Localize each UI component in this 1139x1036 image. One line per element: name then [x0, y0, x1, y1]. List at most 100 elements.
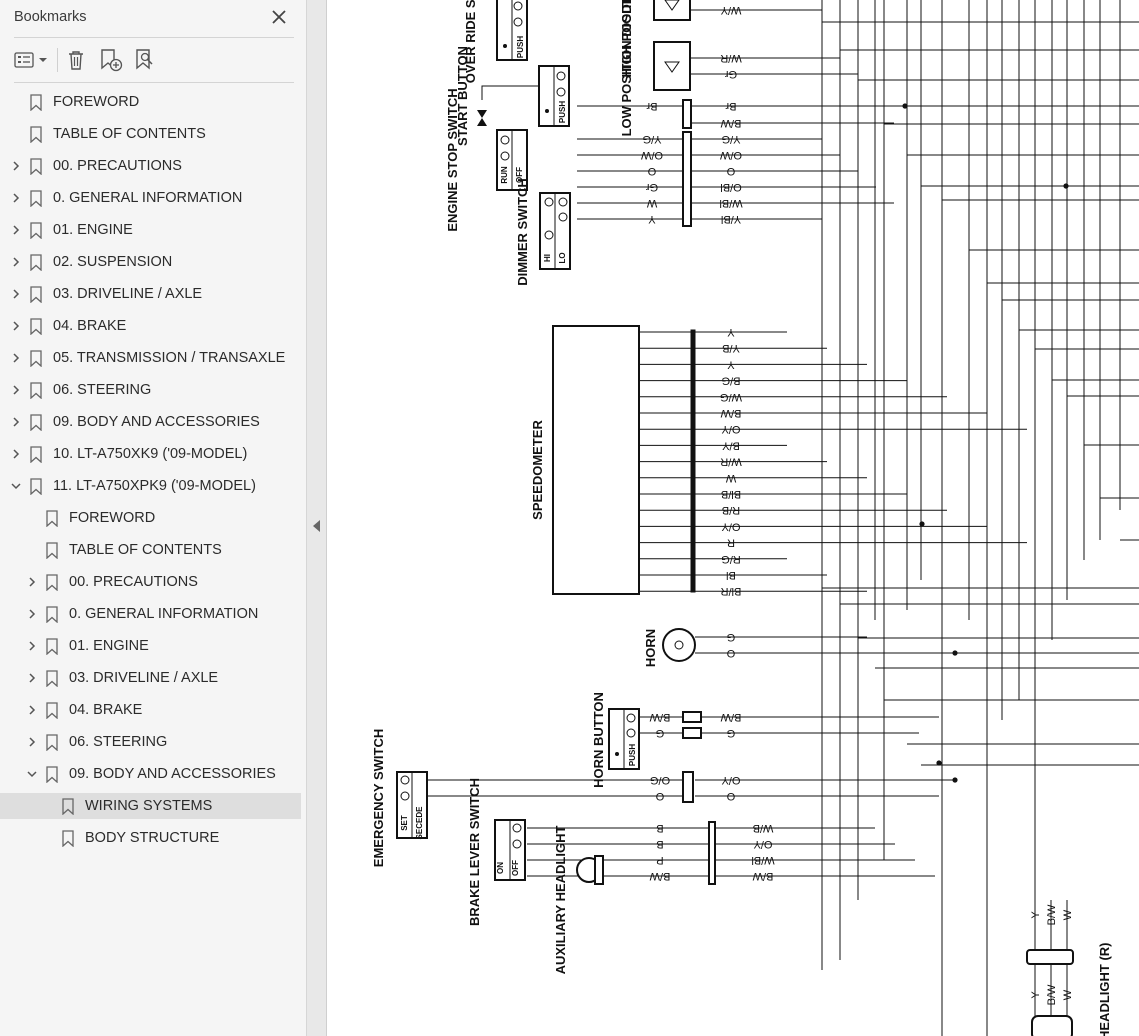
chevron-right-icon[interactable]	[8, 286, 24, 302]
document-viewer[interactable]: PUSH OVER RIDE SWITCH PUSH START BUTTON RUN O…	[327, 0, 1139, 1036]
wire-color-label: Y	[1030, 991, 1042, 999]
bookmark-item[interactable]: 09. BODY AND ACCESSORIES	[0, 761, 301, 787]
wire-color-label: O/Bl	[720, 181, 741, 193]
wire-color-label: W/R	[720, 456, 741, 468]
bookmark-item[interactable]: 03. DRIVELINE / AXLE	[0, 665, 301, 691]
wire-color-label: Y/G	[722, 133, 741, 145]
bookmarks-panel: Bookmarks FOREWORD TABLE OF CONTENTS 00.…	[0, 0, 307, 1036]
bookmark-item[interactable]: 02. SUSPENSION	[0, 249, 301, 275]
bookmark-item[interactable]: FOREWORD	[0, 505, 301, 531]
chevron-right-icon[interactable]	[24, 638, 40, 654]
wire-color-label: O	[655, 790, 664, 802]
chevron-right-icon[interactable]	[24, 734, 40, 750]
chevron-right-icon[interactable]	[8, 254, 24, 270]
bookmark-icon	[44, 669, 60, 687]
on-label: ON	[496, 862, 505, 874]
bookmark-icon	[44, 605, 60, 623]
low-position-diode-label: LOW POSITION DIODE	[619, 0, 634, 136]
bookmark-icon	[28, 125, 44, 143]
speedometer-label: SPEEDOMETER	[530, 420, 545, 520]
headlight-socket	[594, 855, 604, 885]
bookmark-item[interactable]: 0. GENERAL INFORMATION	[0, 601, 301, 627]
bookmark-icon	[28, 381, 44, 399]
bookmark-item[interactable]: 03. DRIVELINE / AXLE	[0, 281, 301, 307]
chevron-right-icon[interactable]	[24, 670, 40, 686]
bookmark-item[interactable]: 04. BRAKE	[0, 313, 301, 339]
chevron-down-icon[interactable]	[24, 766, 40, 782]
wire-color-label: B/W	[649, 870, 670, 882]
header-divider	[14, 37, 294, 38]
wire-color-label: W/Bl	[719, 197, 742, 209]
add-bookmark-icon[interactable]	[98, 46, 124, 74]
bookmark-item[interactable]: WIRING SYSTEMS	[0, 793, 301, 819]
bookmark-label: 04. BRAKE	[69, 702, 143, 718]
chevron-right-icon[interactable]	[8, 350, 24, 366]
wire-color-label: O	[647, 165, 656, 177]
bookmark-label: TABLE OF CONTENTS	[53, 126, 206, 142]
wire-color-label: B/W	[1046, 984, 1058, 1005]
chevron-right-icon[interactable]	[8, 318, 24, 334]
chevron-right-icon[interactable]	[8, 158, 24, 174]
bookmark-label: 05. TRANSMISSION / TRANSAXLE	[53, 350, 286, 366]
bookmark-item[interactable]: 00. PRECAUTIONS	[0, 153, 301, 179]
wire-color-label: R/G	[721, 553, 741, 565]
wire-color-label: W/R	[720, 52, 741, 64]
wire-color-label: Y	[727, 326, 735, 338]
junction-dot	[952, 650, 958, 656]
bookmark-item[interactable]: 06. STEERING	[0, 377, 301, 403]
wire-color-label: O	[726, 790, 735, 802]
bookmark-icon	[28, 349, 44, 367]
wire-color-label: O/Y	[753, 838, 773, 850]
wire-color-label: O	[726, 165, 735, 177]
bookmark-item[interactable]: 11. LT-A750XPK9 ('09-MODEL)	[0, 473, 301, 499]
wire-connector	[682, 99, 692, 129]
bookmark-item[interactable]: 04. BRAKE	[0, 697, 301, 723]
bookmark-item[interactable]: 09. BODY AND ACCESSORIES	[0, 409, 301, 435]
bookmark-item[interactable]: 0. GENERAL INFORMATION	[0, 185, 301, 211]
bookmark-label: 09. BODY AND ACCESSORIES	[69, 766, 276, 782]
bookmark-item[interactable]: FOREWORD	[0, 89, 301, 115]
bookmark-item[interactable]: 06. STEERING	[0, 729, 301, 755]
bookmark-item[interactable]: 10. LT-A750XK9 ('09-MODEL)	[0, 441, 301, 467]
close-icon[interactable]	[268, 6, 290, 28]
collapse-left-icon[interactable]	[312, 519, 321, 538]
speedometer	[552, 325, 640, 595]
chevron-right-icon[interactable]	[8, 222, 24, 238]
bookmark-item[interactable]: TABLE OF CONTENTS	[0, 537, 301, 563]
chevron-right-icon[interactable]	[24, 702, 40, 718]
wire-color-label: W	[646, 197, 657, 209]
headlight-connector	[1026, 949, 1074, 965]
speedometer-connector	[690, 329, 696, 593]
bookmark-icon	[44, 733, 60, 751]
find-bookmark-icon[interactable]	[133, 46, 159, 74]
bookmark-item[interactable]: 01. ENGINE	[0, 633, 301, 659]
trash-icon[interactable]	[64, 46, 88, 74]
wire-connector	[682, 771, 694, 803]
bookmark-icon	[28, 477, 44, 495]
list-options-icon[interactable]	[12, 46, 48, 74]
chevron-right-icon[interactable]	[24, 606, 40, 622]
chevron-right-icon[interactable]	[8, 446, 24, 462]
bookmark-icon	[28, 189, 44, 207]
horn-button-label: HORN BUTTON	[591, 692, 606, 788]
bookmark-icon	[28, 413, 44, 431]
chevron-down-icon[interactable]	[8, 478, 24, 494]
bookmark-item[interactable]: TABLE OF CONTENTS	[0, 121, 301, 147]
chevron-right-icon[interactable]	[8, 382, 24, 398]
panel-collapse-handle[interactable]	[307, 0, 327, 1036]
bookmark-item[interactable]: BODY STRUCTURE	[0, 825, 301, 851]
chevron-right-icon[interactable]	[8, 190, 24, 206]
chevron-right-icon[interactable]	[8, 414, 24, 430]
chevron-right-icon[interactable]	[24, 574, 40, 590]
bookmark-item[interactable]: 01. ENGINE	[0, 217, 301, 243]
bookmark-icon	[28, 157, 44, 175]
wire-color-label: W	[1062, 909, 1074, 920]
bookmark-item[interactable]: 05. TRANSMISSION / TRANSAXLE	[0, 345, 301, 371]
secede-label: SECEDE	[415, 806, 424, 840]
bookmark-item[interactable]: 00. PRECAUTIONS	[0, 569, 301, 595]
bookmark-icon	[60, 797, 76, 815]
bookmark-label: 00. PRECAUTIONS	[69, 574, 198, 590]
bookmark-label: FOREWORD	[69, 510, 156, 526]
